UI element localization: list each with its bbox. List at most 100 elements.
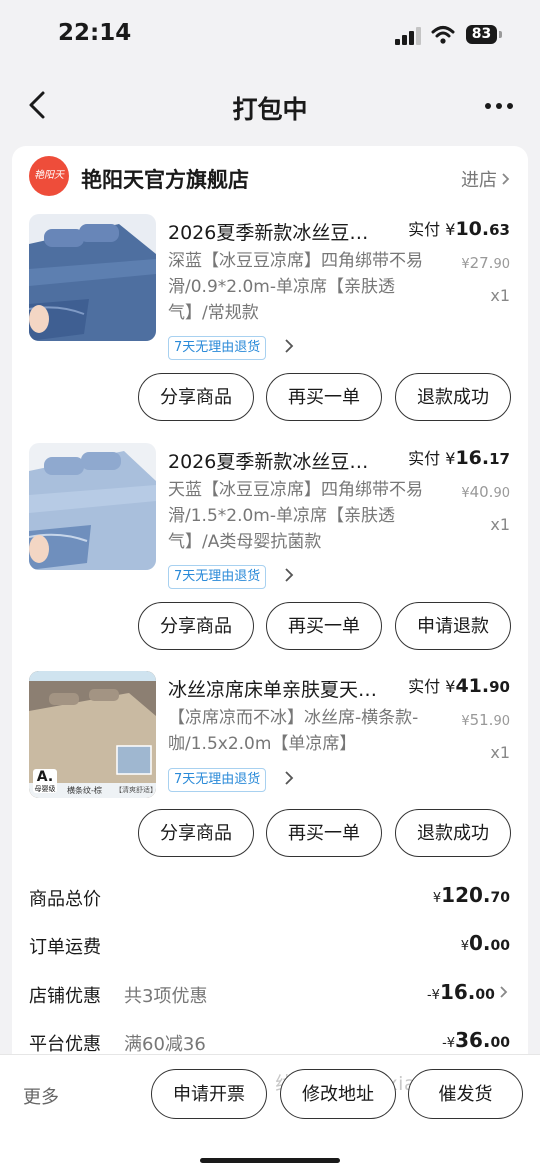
value-dec: 00 [490, 1035, 510, 1051]
value-int: 16. [439, 980, 476, 1004]
summary-row-shipping: 订单运费 ¥0.00 [12, 925, 528, 965]
product-image[interactable] [29, 443, 156, 570]
shop-name[interactable]: 艳阳天官方旗舰店 [81, 164, 249, 194]
paid-dec: 63 [489, 221, 510, 239]
orig-currency: ¥ [461, 257, 470, 272]
quantity: x1 [490, 743, 510, 762]
status-bar: 22:14 83 [0, 0, 540, 70]
product-title[interactable]: 冰丝凉席床单亲肤夏天… [168, 675, 388, 702]
chevron-right-icon[interactable] [284, 567, 294, 583]
bottom-action-bar: 更多 线报酷-new.xianbao.fun 申请开票 修改地址 催发货 [0, 1054, 540, 1169]
orig-int: 40. [469, 483, 494, 501]
orig-int: 27. [469, 254, 494, 272]
return-policy-tag[interactable]: 7天无理由退货 [168, 336, 267, 360]
quantity: x1 [490, 515, 510, 534]
more-actions-link[interactable]: 更多 [23, 1083, 59, 1109]
paid-price: 实付 ¥16.17 [408, 445, 510, 469]
buy-again-button[interactable]: 再买一单 [266, 809, 382, 857]
thumb-caption-2: 【清爽舒适】 [115, 786, 156, 794]
summary-row-total: 商品总价 ¥120.70 [12, 877, 528, 917]
paid-int: 10. [455, 218, 490, 240]
enter-store-link[interactable]: 进店 [461, 166, 510, 192]
summary-label: 商品总价 [29, 889, 101, 910]
value-prefix: -¥ [426, 988, 440, 1003]
buy-again-button[interactable]: 再买一单 [266, 373, 382, 421]
summary-value: ¥120.70 [433, 883, 510, 907]
thumb-caption: 横条纹-棕 [67, 786, 102, 795]
original-price: ¥51.90 [461, 711, 510, 729]
value-prefix: -¥ [442, 1036, 456, 1051]
thumb-badge-text: A. [36, 769, 54, 785]
summary-label: 平台优惠 [29, 1034, 101, 1055]
refund-status-button[interactable]: 退款成功 [395, 809, 511, 857]
shop-logo[interactable]: 艳阳天 [29, 156, 69, 196]
paid-currency: ¥ [445, 677, 456, 696]
paid-int: 16. [455, 447, 490, 469]
more-options-icon[interactable] [484, 96, 514, 116]
orig-dec: 90 [493, 486, 510, 501]
thumb-badge: A. 母婴级 [33, 769, 57, 793]
share-product-button[interactable]: 分享商品 [138, 809, 254, 857]
share-product-button[interactable]: 分享商品 [138, 602, 254, 650]
request-invoice-button[interactable]: 申请开票 [151, 1069, 267, 1119]
paid-currency: ¥ [445, 220, 456, 239]
value-prefix: ¥ [432, 891, 442, 906]
product-title[interactable]: 2026夏季新款冰丝豆… [168, 218, 388, 245]
chevron-right-icon [502, 173, 510, 185]
value-prefix: ¥ [460, 939, 469, 954]
value-int: 120. [441, 883, 491, 907]
summary-row-store-discount[interactable]: 店铺优惠 共3项优惠 -¥16.00 [12, 974, 528, 1014]
battery-icon: 83 [466, 25, 504, 46]
chevron-right-icon [500, 986, 508, 998]
value-dec: 00 [490, 938, 510, 954]
urge-shipment-button[interactable]: 催发货 [408, 1069, 523, 1119]
order-card: 艳阳天 艳阳天官方旗舰店 进店 2026夏季新款冰丝豆… 实付 ¥10.63 ¥… [12, 146, 528, 1086]
buy-again-button[interactable]: 再买一单 [266, 602, 382, 650]
paid-label: 实付 [408, 449, 441, 468]
summary-value: -¥16.00 [427, 980, 508, 1004]
paid-dec: 17 [489, 450, 510, 468]
home-indicator [200, 1158, 340, 1163]
summary-sub: 共3项优惠 [124, 986, 208, 1007]
wifi-icon [431, 26, 455, 44]
status-time: 22:14 [58, 20, 132, 46]
original-price: ¥40.90 [461, 483, 510, 501]
product-image[interactable] [29, 214, 156, 341]
orig-dec: 90 [493, 257, 510, 272]
refund-status-button[interactable]: 退款成功 [395, 373, 511, 421]
chevron-right-icon[interactable] [284, 770, 294, 786]
value-dec: 00 [475, 987, 495, 1003]
return-policy-tag[interactable]: 7天无理由退货 [168, 565, 267, 589]
return-policy-tag[interactable]: 7天无理由退货 [168, 768, 267, 792]
cellular-signal-icon [395, 27, 421, 45]
request-refund-button[interactable]: 申请退款 [395, 602, 511, 650]
chevron-right-icon[interactable] [284, 338, 294, 354]
shop-header: 艳阳天 艳阳天官方旗舰店 进店 [12, 146, 528, 208]
value-dec: 70 [490, 890, 510, 906]
page-title: 打包中 [232, 95, 308, 124]
paid-price: 实付 ¥41.90 [408, 673, 510, 697]
quantity: x1 [490, 286, 510, 305]
product-image[interactable]: A. 母婴级 横条纹-棕 【清爽舒适】 [29, 671, 156, 798]
nav-bar: 打包中 [0, 78, 540, 134]
original-price: ¥27.90 [461, 254, 510, 272]
order-item[interactable]: 2026夏季新款冰丝豆… 实付 ¥16.17 ¥40.90 x1 天蓝【冰豆豆凉… [12, 443, 528, 653]
share-product-button[interactable]: 分享商品 [138, 373, 254, 421]
modify-address-button[interactable]: 修改地址 [280, 1069, 396, 1119]
paid-price: 实付 ¥10.63 [408, 216, 510, 240]
orig-int: 51. [469, 711, 494, 729]
order-item[interactable]: A. 母婴级 横条纹-棕 【清爽舒适】 冰丝凉席床单亲肤夏天… 实付 ¥41.9… [12, 671, 528, 881]
paid-label: 实付 [408, 220, 441, 239]
order-item[interactable]: 2026夏季新款冰丝豆… 实付 ¥10.63 ¥27.90 x1 深蓝【冰豆豆凉… [12, 214, 528, 424]
paid-dec: 90 [489, 678, 510, 696]
product-title[interactable]: 2026夏季新款冰丝豆… [168, 447, 388, 474]
product-spec: 深蓝【冰豆豆凉席】四角绑带不易滑/0.9*2.0m-单凉席【亲肤透气】/常规款 [168, 251, 423, 323]
enter-store-label: 进店 [461, 170, 497, 191]
summary-sub: 满60减36 [124, 1034, 206, 1055]
value-int: 0. [469, 931, 491, 955]
paid-currency: ¥ [445, 449, 456, 468]
summary-label: 订单运费 [29, 937, 101, 958]
paid-int: 41. [455, 675, 490, 697]
orig-currency: ¥ [461, 486, 470, 501]
battery-level: 83 [466, 25, 497, 44]
